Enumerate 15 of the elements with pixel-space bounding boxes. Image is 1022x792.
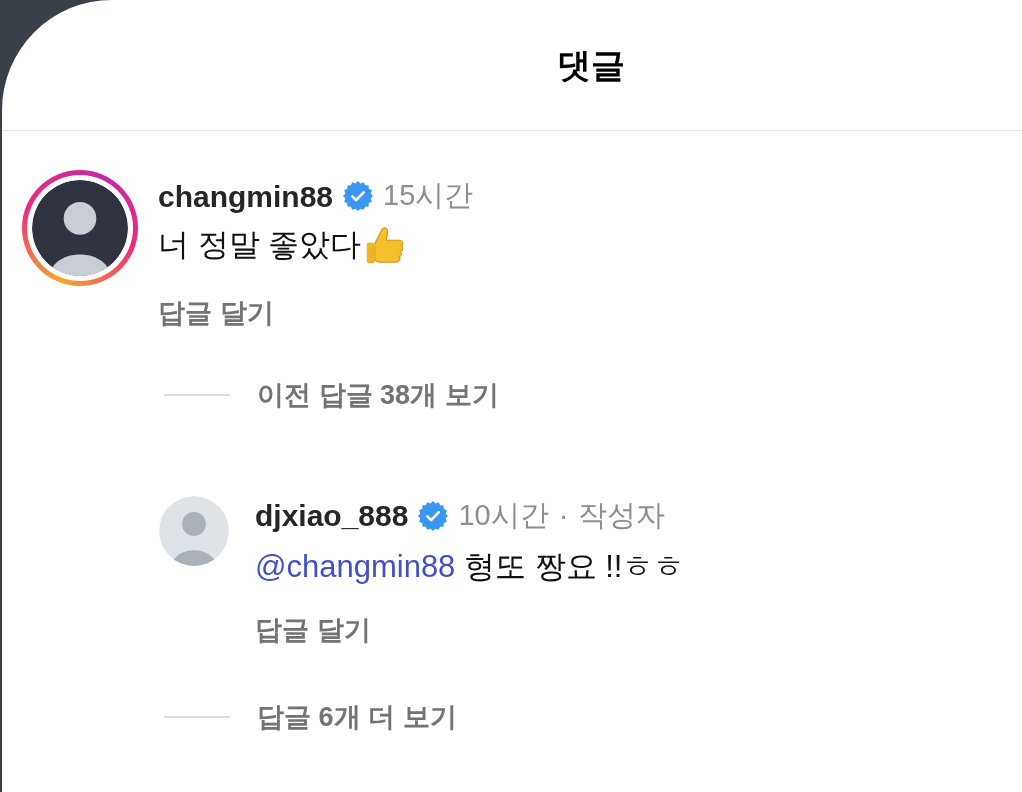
reply-button[interactable]: 답글 달기 <box>255 610 371 651</box>
mention-link[interactable]: @changmin88 <box>255 548 456 584</box>
username[interactable]: djxiao_888 <box>255 493 409 538</box>
comment-text: 너 정말 좋았다 <box>158 226 362 264</box>
reply-button[interactable]: 답글 달기 <box>158 292 274 333</box>
avatar[interactable] <box>32 180 128 276</box>
username[interactable]: changmin88 <box>158 173 334 219</box>
comment-time: 15시간 <box>383 178 474 214</box>
view-replies-link[interactable]: 이전 답글 38개 보기 <box>257 375 499 416</box>
view-replies-link[interactable]: 답글 6개 더 보기 <box>257 696 457 737</box>
header-title: 댓글 <box>557 44 625 86</box>
author-label: 작성자 <box>578 497 666 533</box>
separator-dot: · <box>558 497 569 533</box>
reply-text: @changmin88 형또 짱요 !!ㅎㅎ <box>255 547 685 586</box>
comment-time: 10시간 <box>458 497 549 533</box>
